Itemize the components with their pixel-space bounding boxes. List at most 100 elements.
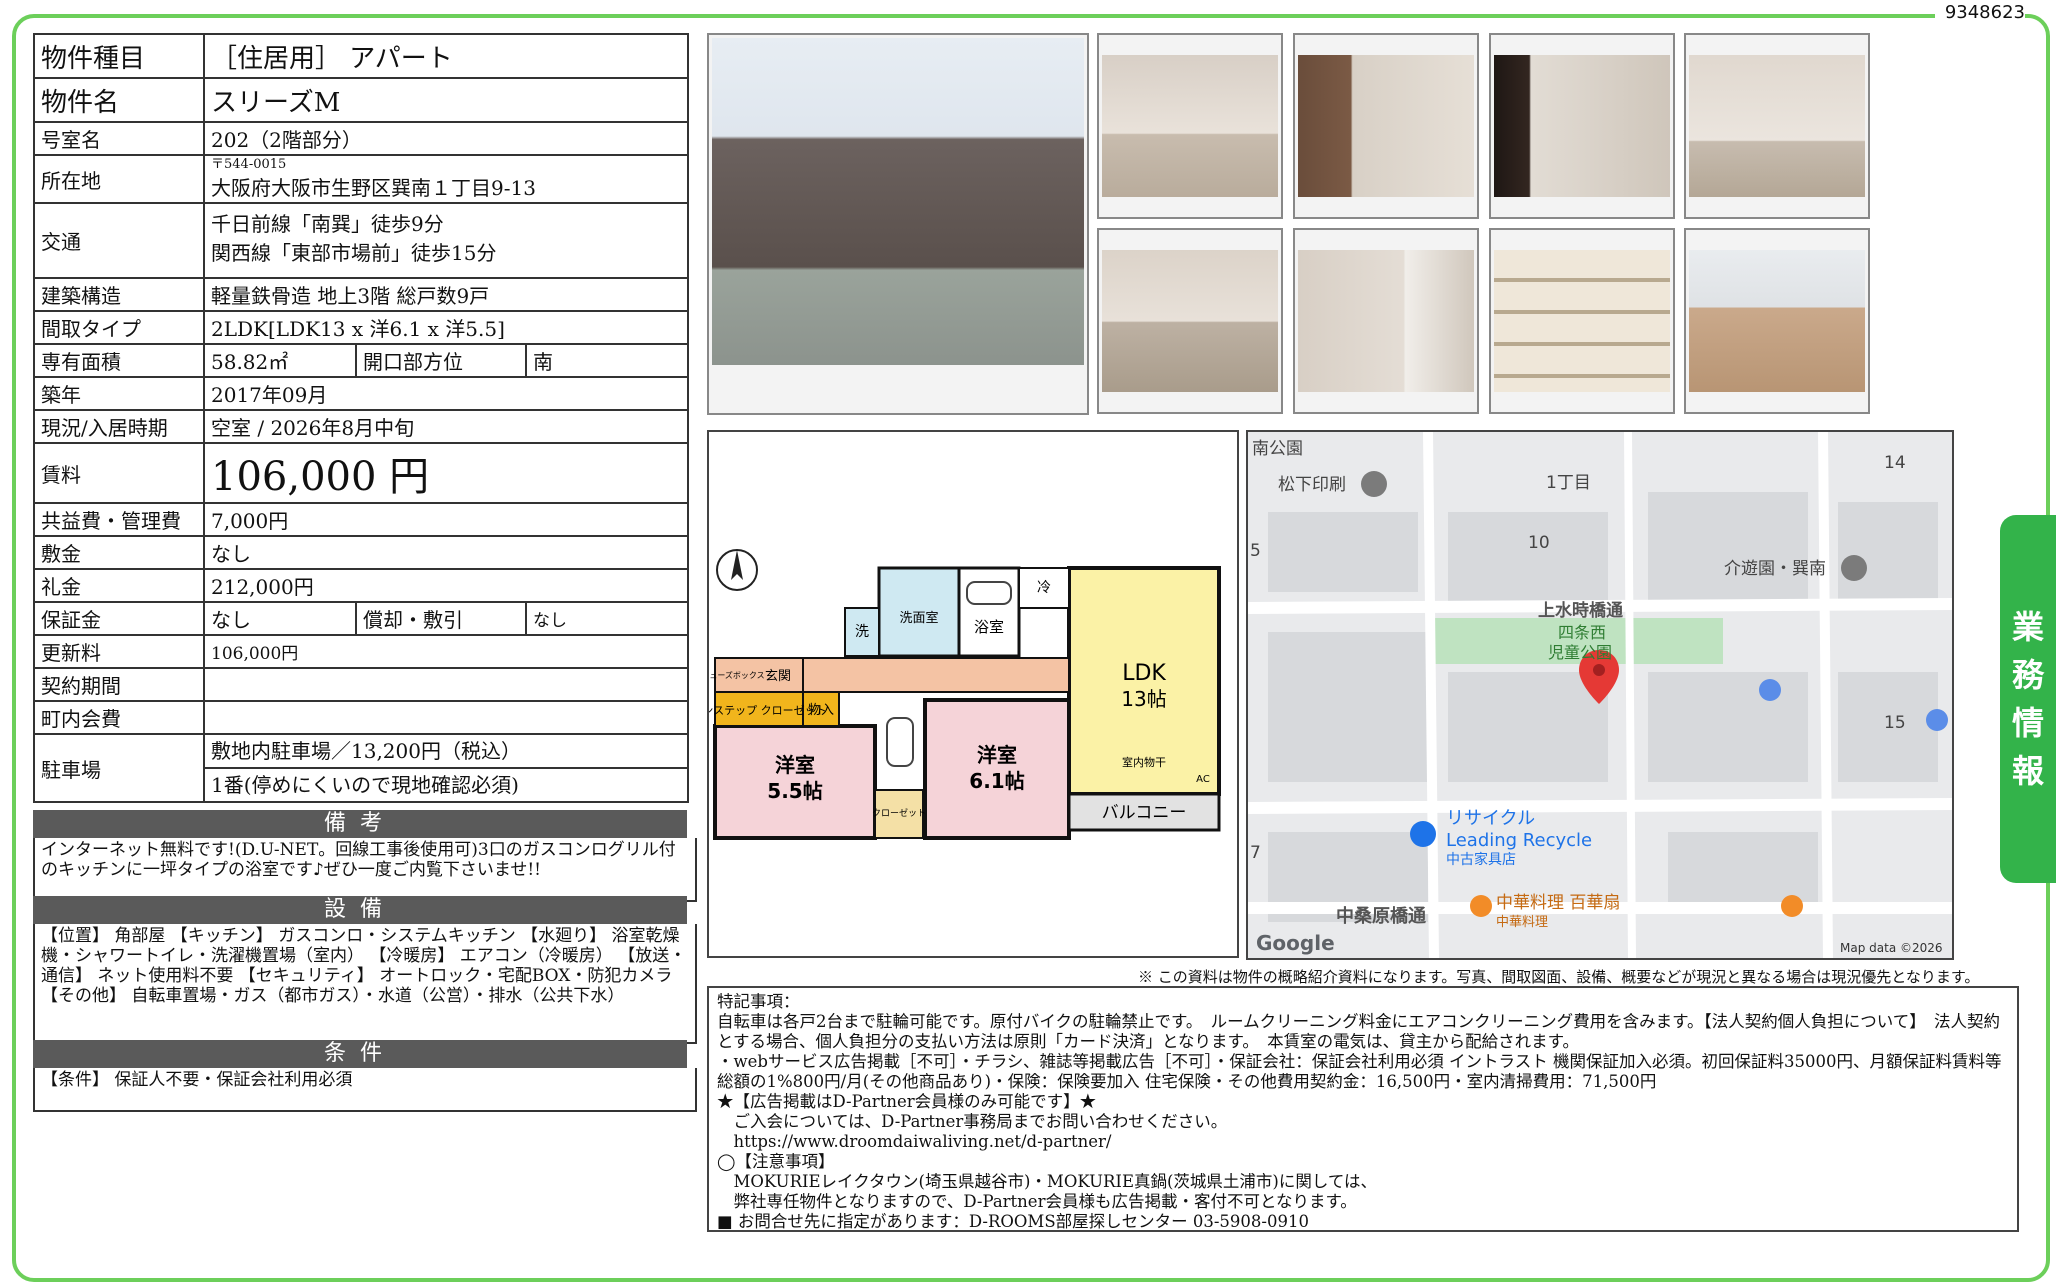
map-label: 14 xyxy=(1884,453,1906,473)
map-label: 児童公園 xyxy=(1548,643,1612,662)
type-value: ［住居用］ アパート xyxy=(203,33,689,79)
map-label: 5 xyxy=(1250,541,1261,561)
map-label: 7 xyxy=(1250,843,1261,863)
side-tab-char: 情 xyxy=(2011,704,2044,742)
special-line: ◯【注意事項】 xyxy=(717,1152,835,1171)
deposit-label: 敷金 xyxy=(33,535,205,570)
photo-image xyxy=(1689,250,1865,392)
interior-photo[interactable] xyxy=(1684,33,1870,219)
entrance-label: 玄関 xyxy=(765,669,791,684)
keymoney-value: 212,000円 xyxy=(203,568,689,603)
building-exterior-photo[interactable] xyxy=(707,33,1089,415)
photo-image xyxy=(1298,250,1474,392)
parking-cell: 敷地内駐車場／13,200円（税込） 1番(停めにくいので現地確認必須) xyxy=(203,733,689,803)
special-line: 特記事項： xyxy=(717,992,800,1011)
wash-label: 洗 xyxy=(855,624,869,640)
ldk-size: 13帖 xyxy=(1121,687,1166,711)
type-label: 物件種目 xyxy=(33,33,205,79)
special-line: ■ お問合せ先に指定があります：D-ROOMS部屋探しセンター 03-5908-… xyxy=(717,1212,1309,1231)
contract-label: 契約期間 xyxy=(33,667,205,702)
room1-label: 洋室 xyxy=(775,753,815,777)
map-label: 四条西 xyxy=(1558,623,1606,642)
parking-icon xyxy=(1759,679,1781,701)
photo-image xyxy=(712,38,1084,365)
interior-photo[interactable] xyxy=(1293,228,1479,414)
google-logo: Google xyxy=(1256,931,1335,955)
closet-photo[interactable] xyxy=(1489,228,1675,414)
name-value: スリーズM xyxy=(203,77,689,123)
photo-image xyxy=(1494,55,1670,197)
address-cell: 〒544-0015 大阪府大阪市生野区巽南１丁目9-13 xyxy=(203,154,689,204)
access-line: 千日前線「南巽」徒歩9分 xyxy=(211,212,444,236)
area-value: 58.82㎡ xyxy=(203,343,357,378)
parking-icon xyxy=(1926,709,1948,731)
onestep-closet-label: ワンステップ クローゼット xyxy=(709,704,827,717)
kitchen-photo[interactable] xyxy=(1684,228,1870,414)
map-label: 中桑原橋通 xyxy=(1336,905,1426,927)
map-copyright: Map data ©2026 xyxy=(1840,941,1943,955)
special-line: 弊社専任物件となりますので、D-Partner会員様も広告掲載・客付不可となりま… xyxy=(717,1192,1357,1211)
room2-label: 洋室 xyxy=(977,743,1017,767)
document-id: 9348623 xyxy=(1935,0,2025,26)
washroom-label: 洗面室 xyxy=(899,610,938,626)
amort-value: なし xyxy=(525,601,689,636)
special-line[interactable]: https://www.droomdaiwaliving.net/d-partn… xyxy=(717,1132,2009,1152)
bath-label: 浴室 xyxy=(974,618,1004,636)
guarantee-label: 保証金 xyxy=(33,601,205,636)
photo-image xyxy=(1494,250,1670,392)
structure-label: 建築構造 xyxy=(33,277,205,312)
room1-size: 5.5帖 xyxy=(767,779,822,803)
ac-label: AC xyxy=(1196,774,1210,785)
closet-label: クローゼット xyxy=(872,807,926,819)
rent-label: 賃料 xyxy=(33,442,205,504)
built-value: 2017年09月 xyxy=(203,376,689,411)
amort-label: 償却・敷引 xyxy=(355,601,527,636)
special-line: ご入会については、D-Partner事務局までお問い合わせください。 xyxy=(717,1112,1228,1131)
status-label: 現況/入居時期 xyxy=(33,409,205,444)
interior-photo[interactable] xyxy=(1097,33,1283,219)
map-label: リサイクル xyxy=(1446,808,1535,829)
built-label: 築年 xyxy=(33,376,205,411)
map-label: 15 xyxy=(1884,713,1906,733)
special-line: 自転車は各戸2台まで駐輪可能です。原付バイクの駐輪禁止です。 ルームクリーニング… xyxy=(717,1012,2000,1051)
bathtub-icon xyxy=(966,581,1012,605)
restaurant-icon xyxy=(1781,895,1803,917)
side-tab-char: 務 xyxy=(2011,656,2044,694)
map-drawing: 南公園 松下印刷 1丁目 14 10 5 介遊園・巽南 上水時橋通 四条西 児童… xyxy=(1248,432,1952,958)
parking-line: 1番(停めにくいので現地確認必須) xyxy=(211,773,519,797)
keymoney-label: 礼金 xyxy=(33,568,205,603)
floor-plan[interactable]: LDK 13帖 洋室 5.5帖 洋室 6.1帖 バルコニー 洗面室 浴室 洗 冷… xyxy=(707,430,1239,958)
fridge-label: 冷 xyxy=(1037,580,1051,596)
map-label: 中古家具店 xyxy=(1446,851,1516,868)
mgmt-value: 7,000円 xyxy=(203,502,689,537)
parking-line: 敷地内駐車場／13,200円（税込） xyxy=(206,736,686,769)
community-value xyxy=(203,700,689,735)
room2-size: 6.1帖 xyxy=(969,769,1024,793)
poi-icon xyxy=(1841,555,1867,581)
structure-value: 軽量鉄骨造 地上3階 総戸数9戸 xyxy=(203,277,689,312)
shop-icon xyxy=(1410,821,1436,847)
room-value: 202（2階部分） xyxy=(203,121,689,156)
mgmt-label: 共益費・管理費 xyxy=(33,502,205,537)
area-label: 専有面積 xyxy=(33,343,205,378)
facilities-heading: 設備 xyxy=(33,896,687,924)
guarantee-value: なし xyxy=(203,601,357,636)
restaurant-icon xyxy=(1470,895,1492,917)
renewal-label: 更新料 xyxy=(33,634,205,669)
map-label: 10 xyxy=(1528,533,1550,553)
location-map[interactable]: 南公園 松下印刷 1丁目 14 10 5 介遊園・巽南 上水時橋通 四条西 児童… xyxy=(1246,430,1954,960)
photo-image xyxy=(1689,55,1865,197)
special-line: ・webサービス広告掲載［不可］・チラシ、雑誌等掲載広告［不可］・保証会社：保証… xyxy=(717,1052,2002,1091)
side-tab-char: 業 xyxy=(2011,608,2044,646)
interior-photo[interactable] xyxy=(1293,33,1479,219)
interior-photo[interactable] xyxy=(1097,228,1283,414)
conditions-text: 【条件】 保証人不要・保証会社利用必須 xyxy=(33,1068,697,1112)
room-label: 号室名 xyxy=(33,121,205,156)
poi-icon xyxy=(1361,471,1387,497)
map-label: 中華料理 xyxy=(1496,915,1548,930)
interior-photo[interactable] xyxy=(1489,33,1675,219)
special-line: MOKURIEレイクタウン(埼玉県越谷市)・MOKURIE真鍋(茨城県土浦市)に… xyxy=(717,1172,1378,1191)
name-label: 物件名 xyxy=(33,77,205,123)
side-tab[interactable]: 業 務 情 報 xyxy=(2000,515,2056,883)
map-label: 松下印刷 xyxy=(1278,475,1346,495)
